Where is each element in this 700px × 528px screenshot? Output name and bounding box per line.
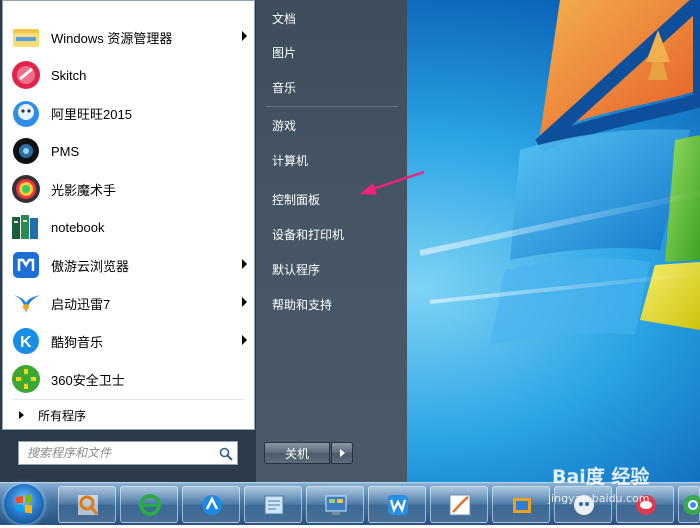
program-item-windows-explorer[interactable]: Windows 资源管理器 <box>7 19 253 55</box>
link-documents[interactable]: 文档 <box>272 10 296 27</box>
link-computer[interactable]: 计算机 <box>272 152 308 169</box>
360-safe-icon <box>10 363 42 395</box>
ie-browser-icon <box>138 493 162 517</box>
box-app-icon <box>510 493 534 517</box>
program-item-kugou[interactable]: K 酷狗音乐 <box>7 323 253 359</box>
taskbar-item-drawing[interactable] <box>430 486 488 523</box>
program-item-skitch[interactable]: Skitch <box>7 57 253 93</box>
file-explorer-icon <box>10 21 42 53</box>
drawing-app-icon <box>448 493 472 517</box>
start-menu-right-pane: 文档 图片 音乐 游戏 计算机 控制面板 设备和打印机 默认程序 帮助和支持 <box>256 0 407 482</box>
link-help-support[interactable]: 帮助和支持 <box>272 296 332 313</box>
xunlei-icon <box>10 287 42 319</box>
start-search-box[interactable] <box>18 441 238 465</box>
program-item-nevercolor[interactable]: 光影魔术手 <box>7 171 253 207</box>
svg-text:K: K <box>20 334 32 351</box>
program-item-aliwangwang[interactable]: 阿里旺旺2015 <box>7 95 253 131</box>
pinned-programs-list: Windows 资源管理器 Skitch 阿里旺旺2015 PMS 光影魔术手 … <box>2 0 255 430</box>
pms-icon <box>10 135 42 167</box>
notepad-icon <box>262 493 286 517</box>
search-input[interactable] <box>25 445 219 461</box>
taskbar-item-ie[interactable] <box>120 486 178 523</box>
taskbar-item-box-app[interactable] <box>492 486 550 523</box>
taskbar-item-control-panel[interactable] <box>306 486 364 523</box>
nevercolor-icon <box>10 173 42 205</box>
program-item-360-safe[interactable]: 360安全卫士 <box>7 361 253 397</box>
submenu-arrow-icon <box>242 335 247 345</box>
notebook-icon <box>10 211 42 243</box>
all-programs-button[interactable]: 所有程序 <box>13 405 86 425</box>
all-programs-divider <box>13 399 245 400</box>
control-panel-icon <box>324 493 348 517</box>
maxthon-icon <box>200 493 224 517</box>
link-default-programs[interactable]: 默认程序 <box>272 261 320 278</box>
skitch-icon <box>10 59 42 91</box>
chevron-right-icon <box>340 449 345 457</box>
kugou-icon: K <box>10 325 42 357</box>
submenu-arrow-icon <box>242 297 247 307</box>
baidu-jingyan-watermark: Bai度 经验 jingyan.baidu.com <box>548 466 650 505</box>
link-pictures[interactable]: 图片 <box>272 44 296 61</box>
shutdown-options-button[interactable] <box>331 442 353 464</box>
aliwangwang-icon <box>10 97 42 129</box>
search-magnifier-icon <box>76 493 100 517</box>
submenu-arrow-icon <box>242 259 247 269</box>
start-button[interactable] <box>4 484 44 524</box>
start-menu-left-pane: Windows 资源管理器 Skitch 阿里旺旺2015 PMS 光影魔术手 … <box>0 0 256 482</box>
right-pane-divider <box>266 106 398 107</box>
link-control-panel[interactable]: 控制面板 <box>272 191 320 208</box>
expand-arrow-icon <box>19 411 24 419</box>
link-music[interactable]: 音乐 <box>272 79 296 96</box>
taskbar-item-notepad[interactable] <box>244 486 302 523</box>
search-icon[interactable] <box>219 446 233 461</box>
start-menu: Windows 资源管理器 Skitch 阿里旺旺2015 PMS 光影魔术手 … <box>0 0 407 482</box>
program-item-xunlei[interactable]: 启动迅雷7 <box>7 285 253 321</box>
program-item-notebook[interactable]: notebook <box>7 209 253 245</box>
link-devices-printers[interactable]: 设备和打印机 <box>272 226 344 243</box>
wps-icon <box>386 493 410 517</box>
taskbar-item-search-tool[interactable] <box>58 486 116 523</box>
windows-flag-icon <box>16 494 32 514</box>
program-item-maxthon[interactable]: 傲游云浏览器 <box>7 247 253 283</box>
shutdown-button[interactable]: 关机 <box>264 442 330 464</box>
maxthon-icon <box>10 249 42 281</box>
taskbar-item-wps[interactable] <box>368 486 426 523</box>
submenu-arrow-icon <box>242 31 247 41</box>
program-item-pms[interactable]: PMS <box>7 133 253 169</box>
taskbar-item-maxthon[interactable] <box>182 486 240 523</box>
link-games[interactable]: 游戏 <box>272 117 296 134</box>
